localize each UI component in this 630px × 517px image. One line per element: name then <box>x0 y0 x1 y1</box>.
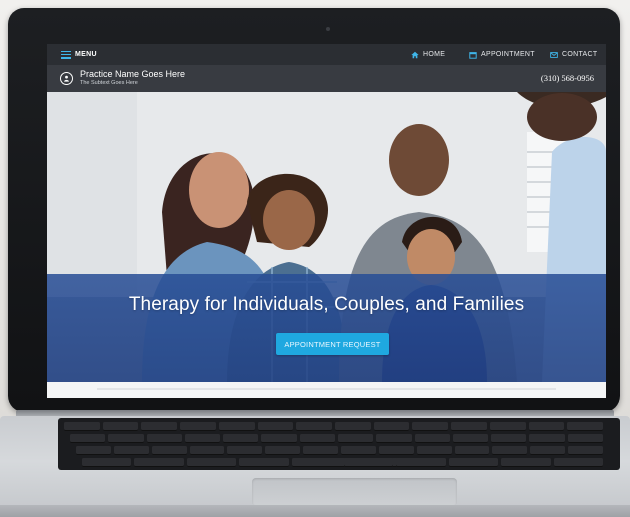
keyboard-key <box>265 446 301 455</box>
keyboard-key <box>141 422 178 431</box>
envelope-icon <box>550 51 558 58</box>
keyboard-key <box>146 434 182 443</box>
nav-appointment-label: APPOINTMENT <box>481 51 535 58</box>
nav-contact-link[interactable]: CONTACT <box>550 44 597 65</box>
keyboard-key <box>568 446 603 455</box>
menu-label: MENU <box>75 51 97 58</box>
keyboard-key <box>414 434 450 443</box>
keyboard-key <box>257 422 294 431</box>
keyboard-key <box>113 446 149 455</box>
keyboard-key <box>396 458 446 467</box>
keyboard-key <box>296 422 332 431</box>
keyboard-key <box>451 422 487 431</box>
keyboard-key <box>151 446 187 455</box>
keyboard-key <box>567 434 603 443</box>
practice-header: Practice Name Goes Here The Subtext Goes… <box>47 65 606 92</box>
menu-button[interactable]: MENU <box>61 44 97 65</box>
nav-home-label: HOME <box>423 51 446 58</box>
keyboard-key <box>303 446 338 455</box>
practice-logo[interactable] <box>60 72 73 85</box>
keyboard-key <box>529 434 565 443</box>
keyboard-key <box>501 458 551 467</box>
keyboard-key <box>108 434 144 443</box>
keyboard-key <box>492 446 528 455</box>
nav-home-link[interactable]: HOME <box>411 44 445 65</box>
keyboard-key <box>373 422 410 431</box>
laptop-front-edge <box>0 505 630 517</box>
laptop-screen: MENU HOME APPOINTMENT CONTACT Practice N… <box>47 44 606 398</box>
keyboard-key <box>416 446 452 455</box>
hero-section: Therapy for Individuals, Couples, and Fa… <box>47 92 606 382</box>
trackpad[interactable] <box>252 478 457 506</box>
keyboard <box>58 418 620 470</box>
keyboard-key <box>341 446 376 455</box>
keyboard-key <box>64 422 100 431</box>
keyboard-key <box>189 446 225 455</box>
keyboard-key <box>239 458 289 467</box>
keyboard-key <box>134 458 184 467</box>
hero-overlay-band <box>47 274 606 382</box>
keyboard-key <box>218 422 255 431</box>
keyboard-key <box>412 422 449 431</box>
keyboard-key <box>223 434 259 443</box>
keyboard-key <box>567 422 603 431</box>
nav-appointment-link[interactable]: APPOINTMENT <box>469 44 535 65</box>
phone-number[interactable]: (310) 568-0956 <box>541 73 594 83</box>
keyboard-key <box>454 446 490 455</box>
site-nav: MENU HOME APPOINTMENT CONTACT <box>47 44 606 65</box>
nav-contact-label: CONTACT <box>562 51 598 58</box>
hamburger-icon <box>61 50 71 59</box>
practice-subtitle: The Subtext Goes Here <box>80 80 138 86</box>
keyboard-key <box>489 422 526 431</box>
keyboard-key <box>452 434 489 443</box>
keyboard-key <box>344 458 394 467</box>
keyboard-key <box>335 422 371 431</box>
keyboard-key <box>448 458 499 467</box>
keyboard-key <box>299 434 335 443</box>
appointment-request-button[interactable]: APPOINTMENT REQUEST <box>276 333 389 355</box>
keyboard-key <box>376 434 412 443</box>
keyboard-key <box>102 422 139 431</box>
webcam-icon <box>326 27 330 31</box>
keyboard-key <box>261 434 297 443</box>
keyboard-key <box>528 422 565 431</box>
home-icon <box>411 51 419 58</box>
person-icon <box>64 75 69 82</box>
keyboard-key <box>553 458 603 467</box>
practice-name: Practice Name Goes Here <box>80 69 186 79</box>
keyboard-key <box>76 446 111 455</box>
keyboard-key <box>186 458 237 467</box>
hero-title: Therapy for Individuals, Couples, and Fa… <box>128 294 525 315</box>
keyboard-key <box>378 446 414 455</box>
keyboard-key <box>227 446 263 455</box>
keyboard-key <box>184 434 221 443</box>
keyboard-key <box>338 434 374 443</box>
keyboard-key <box>180 422 216 431</box>
keyboard-key <box>530 446 566 455</box>
page-section-below <box>47 382 606 398</box>
keyboard-key <box>70 434 106 443</box>
calendar-icon <box>469 51 477 59</box>
keyboard-key <box>491 434 527 443</box>
laptop-lid: MENU HOME APPOINTMENT CONTACT Practice N… <box>8 8 620 412</box>
keyboard-key <box>82 458 132 467</box>
